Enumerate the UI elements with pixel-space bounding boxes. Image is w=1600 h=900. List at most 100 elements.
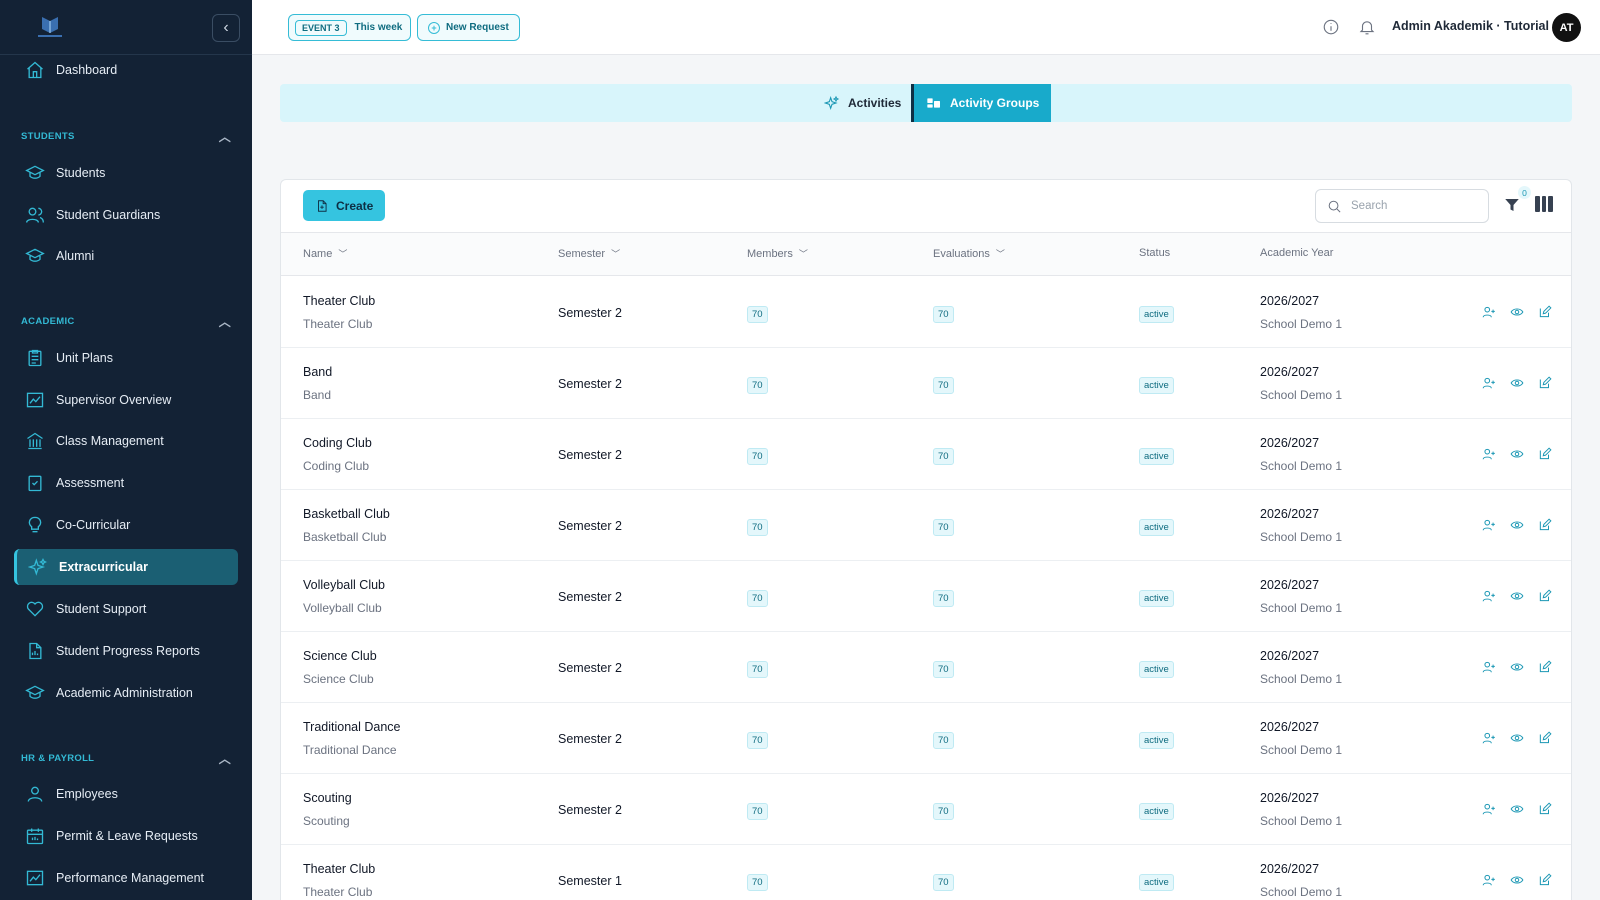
eye-icon[interactable] [1510,518,1524,532]
add-member-icon[interactable] [1482,305,1496,319]
user-icon [24,783,46,805]
add-member-icon[interactable] [1482,660,1496,674]
sidebar-item-performance-management[interactable]: Performance Management [14,860,238,896]
group-subname: Theater Club [303,885,373,899]
sidebar-item-student-support[interactable]: Student Support [14,591,238,627]
create-button[interactable]: Create [303,190,386,221]
edit-icon[interactable] [1538,589,1552,603]
table-row[interactable]: Volleyball Club Volleyball Club Semester 2… [281,561,1571,632]
sidebar-item-label: Student Support [56,602,147,616]
group-name[interactable]: Traditional Dance [303,720,401,734]
table-row[interactable]: Traditional Dance Traditional Dance Semest… [281,703,1571,774]
edit-icon[interactable] [1538,447,1552,461]
add-member-icon[interactable] [1482,589,1496,603]
column-header-members[interactable]: Members ﹀ [747,247,808,260]
eye-icon[interactable] [1510,376,1524,390]
table-row[interactable]: Science Club Science Club Semester 2 70 70 ac… [281,632,1571,703]
edit-icon[interactable] [1538,376,1552,390]
chart-icon [24,389,46,411]
edit-icon[interactable] [1538,873,1552,887]
add-member-icon[interactable] [1482,518,1496,532]
group-name[interactable]: Theater Club [303,862,375,876]
group-name[interactable]: Theater Club [303,294,375,308]
table-row[interactable]: Band Band Semester 2 70 70 active 2026/2027 Sch… [281,348,1571,419]
eye-icon[interactable] [1510,589,1524,603]
search-input[interactable] [1351,200,1471,212]
sidebar-item-student-progress-reports[interactable]: Student Progress Reports [14,633,238,669]
info-icon[interactable] [1322,18,1342,38]
edit-icon[interactable] [1538,518,1552,532]
columns-icon[interactable] [1535,196,1554,212]
school-name: School Demo 1 [1260,459,1343,473]
status-badge: active [1139,803,1174,820]
eye-icon[interactable] [1510,731,1524,745]
sidebar-item-students[interactable]: Students [14,155,238,191]
sidebar-item-academic-administration[interactable]: Academic Administration [14,675,238,711]
add-member-icon[interactable] [1482,376,1496,390]
tab-activity-groups[interactable]: Activity Groups [911,84,1052,122]
user-name[interactable]: Admin Akademik · Tutorial [1392,19,1549,33]
sidebar-item-extracurricular[interactable]: Extracurricular [14,549,238,585]
edit-icon[interactable] [1538,731,1552,745]
evaluations-badge: 70 [933,519,954,536]
sidebar-item-label: Unit Plans [56,351,113,365]
group-name[interactable]: Band [303,365,332,379]
sidebar-item-student-guardians[interactable]: Student Guardians [14,197,238,233]
event-button[interactable]: EVENT 3 This week [288,14,412,41]
chevron-down-icon: ﹀ [995,249,1005,259]
bell-icon[interactable] [1358,18,1378,38]
new-request-button[interactable]: + New Request [417,14,520,41]
sparkles-icon [824,95,840,111]
group-name[interactable]: Scouting [303,791,352,805]
sidebar-item-dashboard[interactable]: Dashboard [14,52,238,88]
group-name[interactable]: Basketball Club [303,507,390,521]
activity-groups-card: Create 0 Name ﹀ Semester ﹀ Members ﹀ Evalua… [280,179,1572,900]
column-header-semester[interactable]: Semester ﹀ [558,247,620,260]
add-member-icon[interactable] [1482,873,1496,887]
avatar[interactable]: AT [1552,13,1581,42]
add-member-icon[interactable] [1482,802,1496,816]
edit-icon[interactable] [1538,305,1552,319]
table-row[interactable]: Coding Club Coding Club Semester 2 70 70 acti… [281,419,1571,490]
sidebar-item-unit-plans[interactable]: Unit Plans [14,340,238,376]
table-row[interactable]: Basketball Club Basketball Club Semester 2… [281,490,1571,561]
column-header-evaluations[interactable]: Evaluations ﹀ [933,247,1005,260]
filter-icon[interactable] [1503,196,1521,214]
sidebar-item-assessment[interactable]: Assessment [14,465,238,501]
eye-icon[interactable] [1510,305,1524,319]
column-label: Semester [558,247,606,260]
sidebar-header: ‹ [0,0,252,55]
section-students[interactable]: STUDENTS ︿ [21,128,231,145]
eye-icon[interactable] [1510,802,1524,816]
edit-icon[interactable] [1538,660,1552,674]
group-name[interactable]: Volleyball Club [303,578,385,592]
eye-icon[interactable] [1510,873,1524,887]
add-member-icon[interactable] [1482,731,1496,745]
sidebar-item-permit-leave-requests[interactable]: Permit & Leave Requests [14,818,238,854]
sidebar-item-employees[interactable]: Employees [14,776,238,812]
status-badge: active [1139,306,1174,323]
school-name: School Demo 1 [1260,530,1343,544]
table-row[interactable]: Scouting Scouting Semester 2 70 70 active 2026… [281,774,1571,845]
sidebar-item-class-management[interactable]: Class Management [14,423,238,459]
group-subname: Theater Club [303,317,373,331]
tab-activities[interactable]: Activities [812,84,913,122]
group-name[interactable]: Science Club [303,649,377,663]
table-row[interactable]: Theater Club Theater Club Semester 2 70 70 ac… [281,277,1571,348]
section-academic[interactable]: ACADEMIC ︿ [21,313,231,330]
section-hr-payroll[interactable]: HR & PAYROLL ︿ [21,750,231,767]
column-header-name[interactable]: Name ﹀ [303,247,347,260]
sidebar-item-co-curricular[interactable]: Co-Curricular [14,507,238,543]
group-name[interactable]: Coding Club [303,436,372,450]
search-box[interactable] [1315,189,1489,223]
edit-icon[interactable] [1538,802,1552,816]
add-member-icon[interactable] [1482,447,1496,461]
column-label: Academic Year [1260,247,1334,259]
table-row[interactable]: Theater Club Theater Club Semester 1 70 70 ac… [281,845,1571,900]
users-icon [24,204,46,226]
sidebar-item-supervisor-overview[interactable]: Supervisor Overview [14,382,238,418]
eye-icon[interactable] [1510,660,1524,674]
eye-icon[interactable] [1510,447,1524,461]
sidebar-item-alumni[interactable]: Alumni [14,238,238,274]
collapse-sidebar-button[interactable]: ‹ [212,14,240,42]
